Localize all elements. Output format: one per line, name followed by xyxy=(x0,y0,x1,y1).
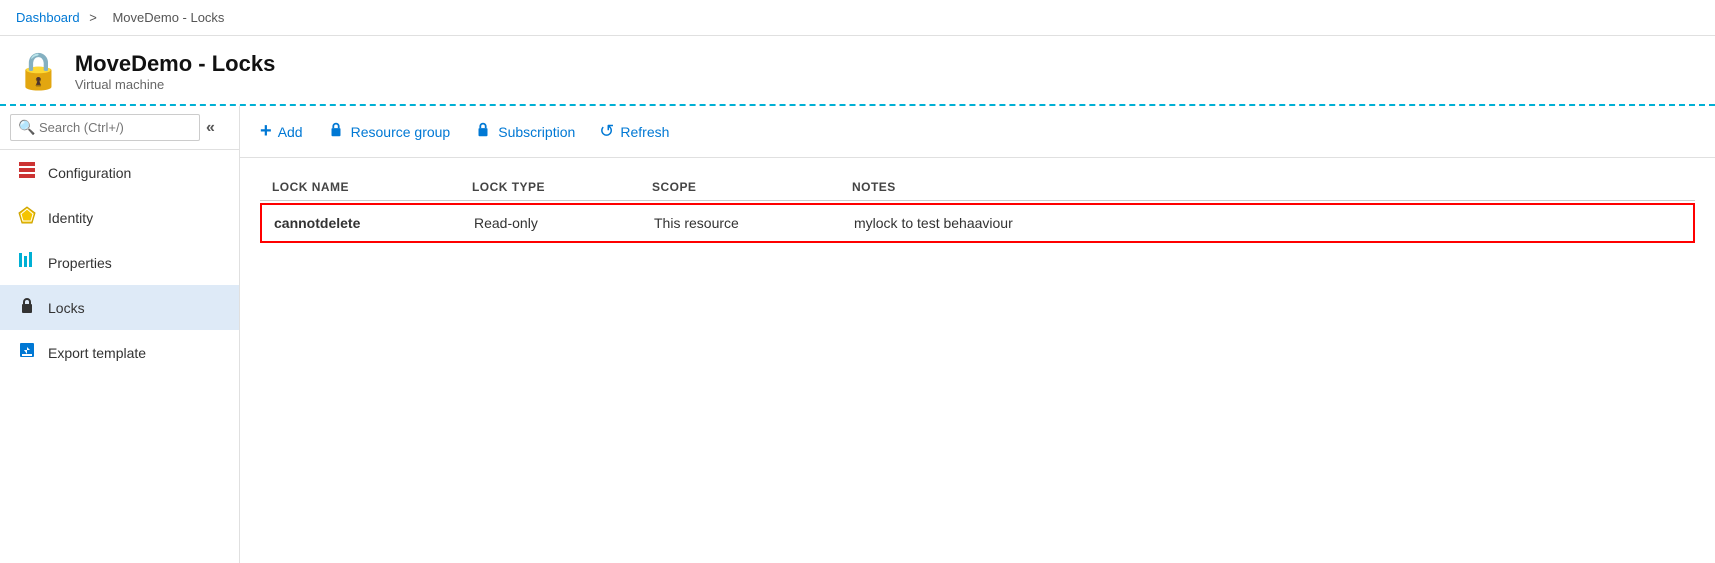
sidebar-search-area: 🔍 « xyxy=(0,106,239,150)
main-layout: 🔍 « Configuration Identity xyxy=(0,106,1715,563)
sidebar-item-locks[interactable]: Locks xyxy=(0,285,239,330)
subscription-label: Subscription xyxy=(498,124,575,140)
sidebar-item-label: Identity xyxy=(48,210,93,226)
subscription-lock-icon xyxy=(474,120,492,143)
sidebar: 🔍 « Configuration Identity xyxy=(0,106,240,563)
breadcrumb-current: MoveDemo - Locks xyxy=(112,10,224,25)
add-icon: + xyxy=(260,120,272,143)
configuration-icon xyxy=(16,160,38,185)
search-input[interactable] xyxy=(10,114,200,141)
resource-group-label: Resource group xyxy=(351,124,451,140)
export-template-icon xyxy=(16,340,38,365)
col-scope: SCOPE xyxy=(652,180,852,194)
cell-lock-type: Read-only xyxy=(474,215,654,231)
col-lock-name: LOCK NAME xyxy=(272,180,472,194)
sidebar-item-configuration[interactable]: Configuration xyxy=(0,150,239,195)
table-row[interactable]: cannotdelete Read-only This resource myl… xyxy=(262,205,1693,241)
col-lock-type: LOCK TYPE xyxy=(472,180,652,194)
toolbar: + Add Resource group xyxy=(240,106,1715,158)
collapse-button[interactable]: « xyxy=(206,119,215,137)
sidebar-item-properties[interactable]: Properties xyxy=(0,240,239,285)
cell-notes: mylock to test behaaviour xyxy=(854,215,1681,231)
breadcrumb: Dashboard > MoveDemo - Locks xyxy=(0,0,1715,36)
subscription-button[interactable]: Subscription xyxy=(474,120,575,143)
sidebar-item-label: Configuration xyxy=(48,165,131,181)
page-header-icon: 🔒 xyxy=(16,50,61,92)
page-subtitle: Virtual machine xyxy=(75,77,276,92)
identity-icon xyxy=(16,205,38,230)
resource-group-button[interactable]: Resource group xyxy=(327,120,451,143)
table-row-highlighted: cannotdelete Read-only This resource myl… xyxy=(260,203,1695,243)
properties-icon xyxy=(16,250,38,275)
col-notes: NOTES xyxy=(852,180,1683,194)
content-area: + Add Resource group xyxy=(240,106,1715,563)
refresh-button[interactable]: ↺ Refresh xyxy=(599,121,669,142)
locks-icon xyxy=(16,295,38,320)
refresh-icon: ↺ xyxy=(599,121,614,142)
refresh-label: Refresh xyxy=(620,124,669,140)
sidebar-item-label: Properties xyxy=(48,255,112,271)
sidebar-item-label: Export template xyxy=(48,345,146,361)
resource-group-lock-icon xyxy=(327,120,345,143)
breadcrumb-separator: > xyxy=(89,10,97,25)
cell-lock-name: cannotdelete xyxy=(274,215,474,231)
page-header: 🔒 MoveDemo - Locks Virtual machine xyxy=(0,36,1715,106)
page-header-text: MoveDemo - Locks Virtual machine xyxy=(75,51,276,92)
sidebar-item-label: Locks xyxy=(48,300,85,316)
sidebar-item-export-template[interactable]: Export template xyxy=(0,330,239,375)
add-button[interactable]: + Add xyxy=(260,120,303,143)
cell-scope: This resource xyxy=(654,215,854,231)
breadcrumb-dashboard-link[interactable]: Dashboard xyxy=(16,10,80,25)
locks-table: LOCK NAME LOCK TYPE SCOPE NOTES cannotde… xyxy=(240,158,1715,259)
sidebar-item-identity[interactable]: Identity xyxy=(0,195,239,240)
add-label: Add xyxy=(278,124,303,140)
page-title: MoveDemo - Locks xyxy=(75,51,276,77)
table-header: LOCK NAME LOCK TYPE SCOPE NOTES xyxy=(260,174,1695,201)
